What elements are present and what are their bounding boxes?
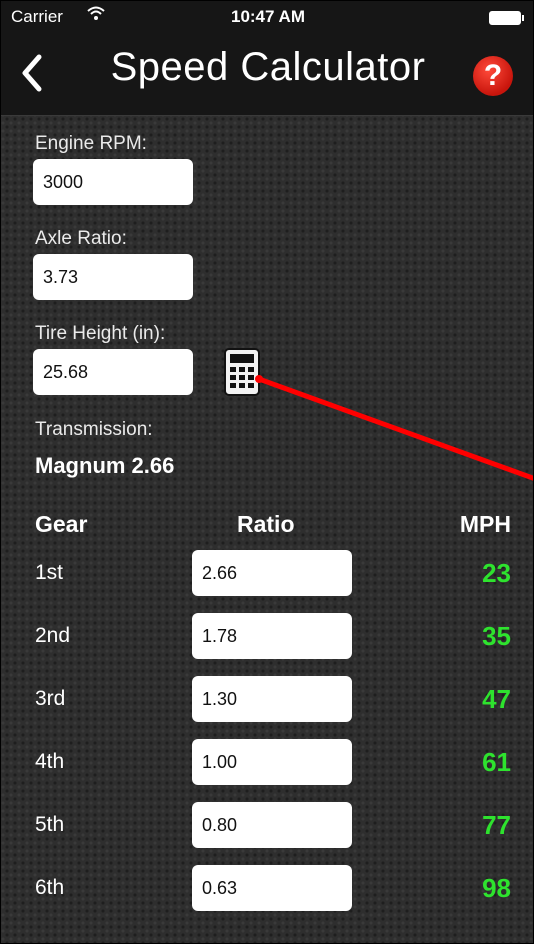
app-screen: Carrier 10:47 AM Speed Calculator ? Engi… xyxy=(0,0,534,944)
annotation-arrow xyxy=(255,375,533,481)
